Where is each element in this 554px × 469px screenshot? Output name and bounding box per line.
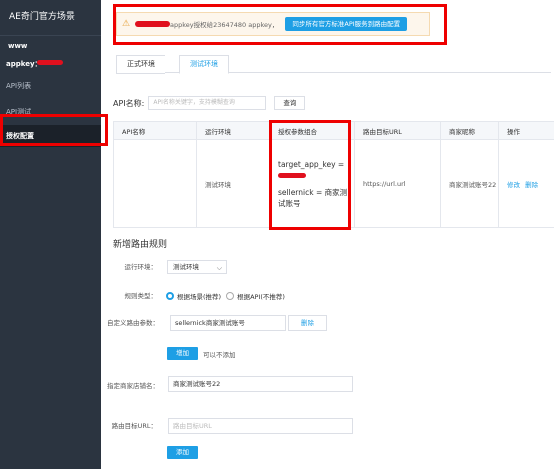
env-row: 运行环境： 测试环境 ⌵ <box>101 260 227 274</box>
col-route-url: 路由目标URL <box>354 121 441 140</box>
url-row: 路由目标URL： 路由目标URL <box>101 418 353 434</box>
custom-param-row: 自定义路由参数： sellernick商家测试账号 删除 <box>101 313 327 333</box>
rule-by-api-radio[interactable]: 根据API(不推荐) <box>226 291 285 301</box>
shop-row: 指定商家店铺名： 商家测试账号22 <box>101 376 353 396</box>
tab-test[interactable]: 测试环境 <box>179 55 229 74</box>
query-button[interactable]: 查询 <box>274 96 306 110</box>
sidebar: AE奇门官方场景 www appkey： API列表 API测试 授权配置 <box>0 0 101 469</box>
redaction-mark <box>37 60 63 65</box>
highlight-box-params <box>269 120 351 230</box>
tab-production[interactable]: 正式环境 <box>116 55 165 74</box>
env-select-value: 测试环境 <box>173 263 199 271</box>
cell-env: 测试环境 <box>196 139 270 228</box>
app-brand: AE奇门官方场景 <box>0 0 101 36</box>
sidebar-item-api-list[interactable]: API列表 <box>0 75 101 97</box>
col-env: 运行环境 <box>196 121 270 140</box>
add-param-row: 增加 可以不添加 <box>167 347 236 360</box>
rule-option-scene: 根据场景(推荐) <box>177 293 222 301</box>
shop-name-input[interactable]: 商家测试账号22 <box>168 376 353 392</box>
cell-api-name <box>113 139 197 228</box>
api-name-search-input[interactable]: API名称关键字，支持模糊查询 <box>148 96 267 110</box>
edit-link[interactable]: 修改 <box>507 181 520 189</box>
env-tabs: 正式环境 测试环境 <box>116 55 551 74</box>
rule-option-api: 根据API(不推荐) <box>237 293 285 301</box>
cell-seller-nick: 商家测试账号22 <box>440 139 499 228</box>
url-label: 路由目标URL： <box>111 422 157 430</box>
cell-route-url: https://url.url <box>354 139 441 228</box>
env-select[interactable]: 测试环境 ⌵ <box>167 260 227 274</box>
highlight-box-sidebar <box>0 114 108 146</box>
highlight-box-notice <box>113 4 447 45</box>
submit-row: 添加 <box>167 446 198 459</box>
rule-type-row: 规则类型： 根据场景(推荐) 根据API(不推荐) <box>101 289 285 303</box>
col-seller-nick: 商家昵称 <box>440 121 499 140</box>
custom-param-label: 自定义路由参数： <box>107 319 159 327</box>
rule-by-scene-radio[interactable]: 根据场景(推荐) <box>166 291 221 301</box>
add-param-note: 可以不添加 <box>203 350 236 359</box>
custom-param-delete-button[interactable]: 删除 <box>288 315 327 331</box>
search-row: API名称: API名称关键字，支持模糊查询 查询 <box>113 96 306 110</box>
shop-label: 指定商家店铺名： <box>107 382 159 390</box>
submit-add-button[interactable]: 添加 <box>167 446 198 459</box>
col-actions: 操作 <box>498 121 554 140</box>
radio-selected-icon <box>166 292 174 300</box>
main-content: ⚠ appkey授权给23647480 appkey， 同步所有官方标准API服… <box>101 0 554 469</box>
route-url-input[interactable]: 路由目标URL <box>168 418 353 434</box>
env-label: 运行环境： <box>124 263 158 271</box>
sidebar-subtitle: www <box>8 42 28 50</box>
rule-type-label: 规则类型： <box>124 292 158 300</box>
radio-unselected-icon <box>226 292 235 300</box>
add-param-button[interactable]: 增加 <box>167 347 198 360</box>
cell-actions: 修改 删除 <box>498 139 554 228</box>
delete-link[interactable]: 删除 <box>525 181 538 189</box>
col-api-name: API名称 <box>113 121 197 140</box>
search-label: API名称: <box>113 98 145 108</box>
custom-param-input[interactable]: sellernick商家测试账号 <box>170 315 286 331</box>
appkey-label: appkey： <box>0 50 101 69</box>
chevron-down-icon: ⌵ <box>216 264 222 272</box>
form-title: 新增路由规则 <box>113 240 168 250</box>
